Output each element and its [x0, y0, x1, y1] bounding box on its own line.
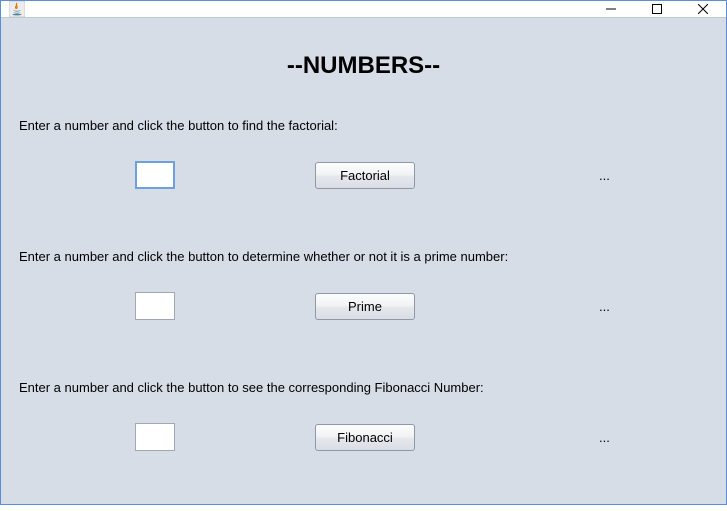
factorial-controls: Factorial ...: [19, 159, 708, 191]
content-panel: --NUMBERS-- Enter a number and click the…: [1, 18, 726, 511]
titlebar-left: [1, 1, 31, 17]
java-icon: [9, 1, 25, 17]
prime-button[interactable]: Prime: [315, 293, 415, 320]
factorial-input[interactable]: [135, 161, 175, 189]
minimize-button[interactable]: [588, 1, 634, 17]
maximize-button[interactable]: [634, 1, 680, 17]
fibonacci-section: Enter a number and click the button to s…: [19, 380, 708, 453]
fibonacci-instruction: Enter a number and click the button to s…: [19, 380, 708, 395]
prime-instruction: Enter a number and click the button to d…: [19, 249, 708, 264]
fibonacci-controls: Fibonacci ...: [19, 421, 708, 453]
factorial-button[interactable]: Factorial: [315, 162, 415, 189]
factorial-result: ...: [599, 168, 610, 183]
prime-controls: Prime ...: [19, 290, 708, 322]
close-button[interactable]: [680, 1, 726, 17]
prime-input[interactable]: [135, 292, 175, 320]
page-title: --NUMBERS--: [19, 52, 708, 80]
fibonacci-input[interactable]: [135, 423, 175, 451]
fibonacci-result: ...: [599, 430, 610, 445]
application-window: --NUMBERS-- Enter a number and click the…: [0, 0, 727, 505]
factorial-instruction: Enter a number and click the button to f…: [19, 118, 708, 133]
fibonacci-button[interactable]: Fibonacci: [315, 424, 415, 451]
prime-section: Enter a number and click the button to d…: [19, 249, 708, 322]
window-controls: [588, 1, 726, 17]
prime-result: ...: [599, 299, 610, 314]
titlebar: [1, 1, 726, 18]
factorial-section: Enter a number and click the button to f…: [19, 118, 708, 191]
